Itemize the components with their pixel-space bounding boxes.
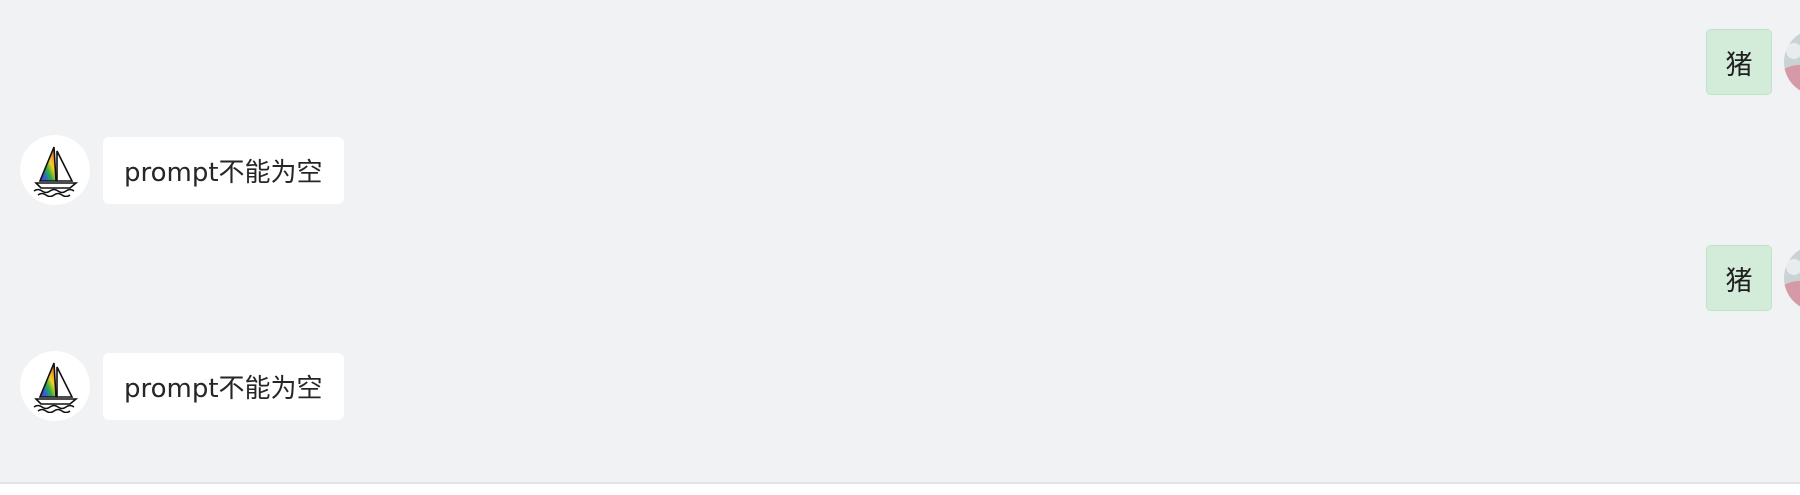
user-avatar[interactable] (1784, 29, 1800, 95)
bot-message: prompt不能为空 (20, 135, 344, 205)
user-avatar[interactable] (1784, 245, 1800, 311)
bot-avatar (20, 351, 90, 421)
sailboat-logo-icon (33, 362, 79, 413)
sailboat-logo-icon (33, 146, 79, 197)
user-message-bubble: 猪 (1706, 245, 1772, 311)
user-message-bubble: 猪 (1706, 29, 1772, 95)
user-message: 猪 (1706, 29, 1800, 95)
bot-message-bubble: prompt不能为空 (103, 352, 344, 420)
chat-message-list[interactable]: 猪 prompt不能为空 猪 prompt不能为空 (0, 0, 1800, 484)
bot-avatar (20, 135, 90, 205)
user-message: 猪 (1706, 245, 1800, 311)
bot-message-bubble: prompt不能为空 (103, 136, 344, 204)
user-photo-icon (1784, 29, 1800, 95)
user-photo-icon (1784, 245, 1800, 311)
bot-message: prompt不能为空 (20, 351, 344, 421)
